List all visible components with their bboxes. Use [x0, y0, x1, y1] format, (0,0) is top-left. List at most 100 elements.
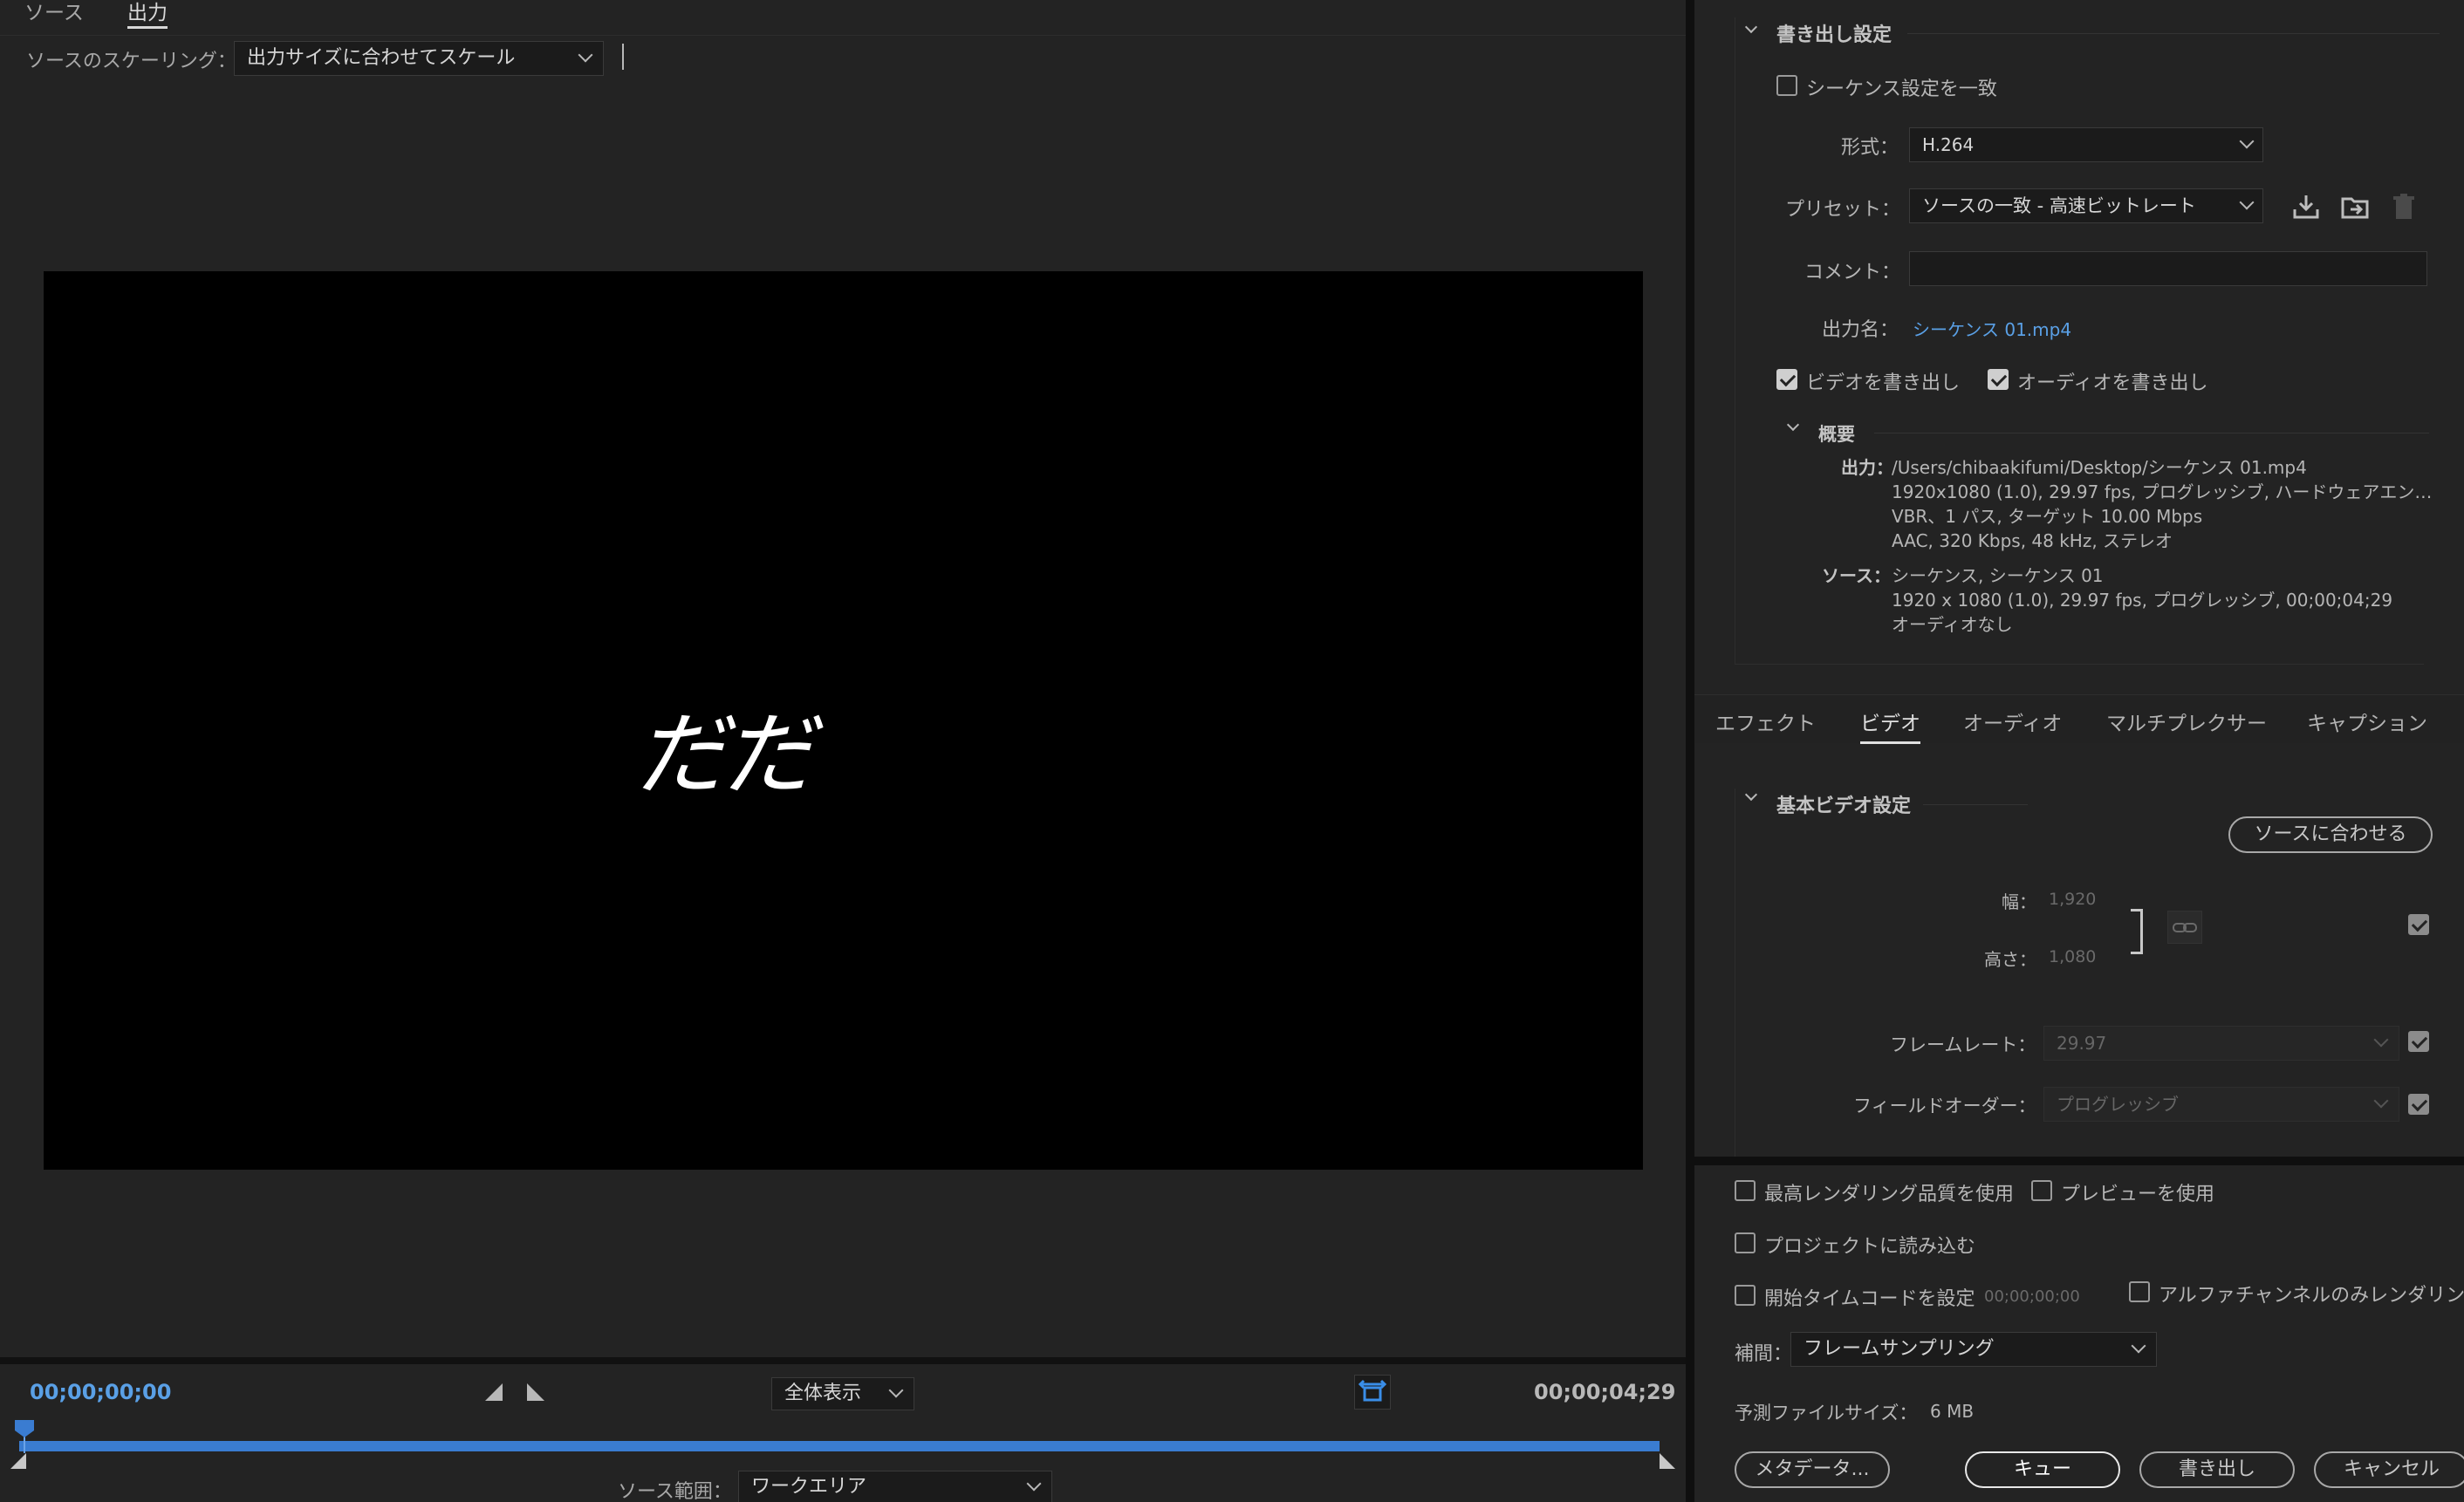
tabs-divider: [0, 35, 1686, 36]
fit-icon: [1358, 1379, 1387, 1402]
use-preview-checkbox[interactable]: [2031, 1180, 2052, 1201]
section-rule: [1874, 433, 2429, 434]
format-dropdown-value: H.264: [1922, 134, 1975, 155]
framerate-dropdown-value: 29.97: [2057, 1033, 2107, 1054]
width-label: 幅：: [2002, 891, 2036, 912]
interpolation-dropdown[interactable]: フレームサンプリング: [1790, 1332, 2157, 1367]
source-range-dropdown[interactable]: ワークエリア: [738, 1471, 1052, 1502]
framerate-dropdown[interactable]: 29.97: [2043, 1026, 2399, 1061]
set-start-timecode-checkbox[interactable]: [1735, 1285, 1756, 1306]
tab-multiplexer[interactable]: マルチプレクサー: [2106, 707, 2267, 736]
preset-label: プリセット：: [1785, 199, 1901, 221]
timecode-current[interactable]: 00;00;00;00: [30, 1380, 171, 1404]
match-source-button[interactable]: ソースに合わせる: [2228, 816, 2433, 853]
source-range-dropdown-value: ワークエリア: [751, 1476, 867, 1498]
max-render-quality-checkbox[interactable]: [1735, 1180, 1756, 1201]
summary-source-line: オーディオなし: [1892, 614, 2013, 635]
toolbar-separator: [622, 44, 624, 70]
estimated-size-label: 予測ファイルサイズ：: [1735, 1403, 1918, 1423]
import-preset-icon[interactable]: [2340, 192, 2370, 222]
chain-link-icon: [2173, 923, 2197, 932]
zoom-dropdown-value: 全体表示: [784, 1383, 862, 1404]
dimensions-override-checkbox[interactable]: [2408, 914, 2429, 935]
export-settings-title: 書き出し設定: [1776, 24, 1892, 46]
export-video-checkbox[interactable]: [1776, 369, 1797, 390]
preset-dropdown[interactable]: ソースの一致 - 高速ビットレート: [1909, 188, 2263, 223]
save-preset-icon[interactable]: [2291, 192, 2321, 222]
tab-source[interactable]: ソース: [24, 0, 84, 26]
chevron-down-icon: [2239, 133, 2255, 149]
field-order-dropdown-value: プログレッシブ: [2057, 1094, 2179, 1115]
work-area-bar[interactable]: [19, 1441, 1660, 1451]
cancel-button[interactable]: キャンセル: [2314, 1451, 2464, 1488]
metadata-button[interactable]: メタデータ...: [1735, 1451, 1890, 1488]
chevron-down-icon: [2373, 1032, 2389, 1048]
set-in-point-icon[interactable]: [485, 1383, 503, 1401]
export-audio-checkbox[interactable]: [1988, 369, 2009, 390]
preview-caption-text: だだ: [635, 701, 813, 808]
comment-input[interactable]: [1909, 251, 2427, 286]
use-preview-label: プレビューを使用: [2061, 1184, 2215, 1205]
out-point-marker-icon[interactable]: [1660, 1453, 1675, 1469]
import-to-project-checkbox[interactable]: [1735, 1232, 1756, 1253]
preview-divider: [0, 1357, 1686, 1364]
chevron-down-icon: [578, 47, 593, 63]
export-audio-label: オーディオを書き出し: [2017, 372, 2208, 394]
in-point-marker-icon[interactable]: [10, 1453, 26, 1469]
import-to-project-label: プロジェクトに読み込む: [1764, 1236, 1976, 1258]
output-name-link[interactable]: シーケンス 01.mp4: [1913, 316, 2071, 341]
tab-audio[interactable]: オーディオ: [1963, 707, 2062, 736]
fit-timeline-button[interactable]: [1354, 1375, 1391, 1410]
panel-divider-horizontal[interactable]: [1694, 1157, 2464, 1165]
section-rule: [1907, 33, 2440, 34]
format-label: 形式：: [1841, 137, 1899, 159]
summary-output-label: 出力：: [1841, 457, 1893, 478]
tab-effects[interactable]: エフェクト: [1715, 707, 1816, 736]
preset-dropdown-value: ソースの一致 - 高速ビットレート: [1922, 195, 2196, 216]
queue-button[interactable]: キュー: [1965, 1451, 2120, 1488]
scaling-dropdown[interactable]: 出力サイズに合わせてスケール: [234, 41, 604, 76]
framerate-override-checkbox[interactable]: [2408, 1031, 2429, 1052]
field-order-override-checkbox[interactable]: [2408, 1094, 2429, 1115]
interpolation-dropdown-value: フレームサンプリング: [1804, 1338, 1995, 1360]
field-order-label: フィールドオーダー：: [1853, 1096, 2036, 1116]
scaling-dropdown-value: 出力サイズに合わせてスケール: [247, 47, 516, 69]
zoom-dropdown[interactable]: 全体表示: [771, 1377, 914, 1410]
estimated-size-value: 6 MB: [1930, 1401, 1975, 1422]
field-order-dropdown[interactable]: プログレッシブ: [2043, 1087, 2399, 1122]
start-timecode-value[interactable]: 00;00;00;00: [1984, 1287, 2080, 1306]
alpha-only-label: アルファチャンネルのみレンダリン: [2159, 1285, 2464, 1307]
export-preview-panel: ソース 出力 ソースのスケーリング： 出力サイズに合わせてスケール だだ 00;…: [0, 0, 1686, 1502]
tab-video[interactable]: ビデオ: [1860, 707, 1920, 744]
chevron-down-icon: [888, 1383, 904, 1398]
panel-divider[interactable]: [1686, 0, 1694, 1502]
playhead-handle[interactable]: [15, 1420, 34, 1437]
tab-output[interactable]: 出力: [127, 0, 168, 29]
summary-source: シーケンス, シーケンス 01 1920 x 1080 (1.0), 29.97…: [1892, 563, 2433, 637]
export-video-label: ビデオを書き出し: [1806, 372, 1961, 394]
export-button[interactable]: 書き出し: [2139, 1451, 2295, 1488]
video-preview: [44, 271, 1643, 1170]
height-label: 高さ：: [1984, 949, 2036, 970]
source-range-label: ソース範囲：: [618, 1481, 732, 1502]
alpha-only-checkbox[interactable]: [2129, 1281, 2150, 1302]
match-sequence-checkbox[interactable]: [1776, 75, 1797, 96]
height-value[interactable]: 1,080: [2049, 947, 2096, 966]
delete-preset-icon[interactable]: [2389, 192, 2419, 222]
chevron-down-icon: [2131, 1338, 2146, 1354]
summary-source-line: シーケンス, シーケンス 01: [1892, 565, 2104, 586]
format-dropdown[interactable]: H.264: [1909, 127, 2263, 162]
link-bracket: [2131, 909, 2143, 954]
summary-output: /Users/chibaakifumi/Desktop/シーケンス 01.mp4…: [1892, 455, 2433, 553]
tab-captions[interactable]: キャプション: [2307, 707, 2427, 736]
chevron-down-icon: [2373, 1093, 2389, 1109]
chevron-down-icon: [2239, 195, 2255, 210]
chevron-down-icon: [1026, 1476, 1042, 1492]
width-value[interactable]: 1,920: [2049, 890, 2096, 909]
summary-source-line: 1920 x 1080 (1.0), 29.97 fps, プログレッシブ, 0…: [1892, 590, 2393, 611]
constrain-proportions-button[interactable]: [2167, 911, 2202, 944]
summary-output-line: VBR、1 パス, ターゲット 10.00 Mbps: [1892, 506, 2203, 527]
comment-label: コメント：: [1804, 262, 1901, 283]
summary-title: 概要: [1818, 424, 1855, 445]
set-out-point-icon[interactable]: [527, 1383, 544, 1401]
